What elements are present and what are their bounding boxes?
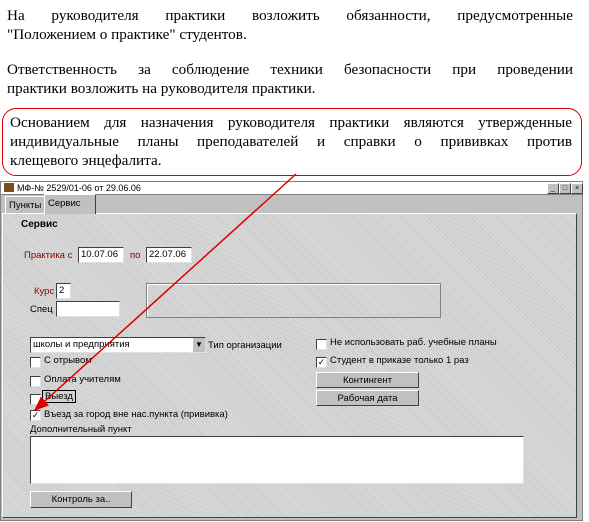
tab-service[interactable]: Сервис (44, 194, 96, 214)
student-once-checkbox[interactable]: ✓ (316, 357, 327, 368)
practice-to-label-text: по (130, 250, 141, 261)
city-entry-label: Въезд за город вне нас.пункта (прививка) (44, 409, 228, 420)
service-panel: Сервис Практика с 10.07.06 по 22.07.06 К… (2, 213, 577, 518)
course-label: Курс (34, 286, 55, 297)
course-field[interactable]: 2 (56, 283, 71, 299)
departure-label: Выезд (42, 390, 76, 403)
callout-line: клещевого энцефалита. (10, 152, 162, 169)
callout-line: Основанием для назначения руководителя п… (10, 114, 572, 131)
spec-field[interactable] (56, 301, 120, 317)
paragraph-line: На руководителя практики возложить обяза… (7, 7, 573, 24)
spec-description-box (146, 283, 441, 318)
control-button[interactable]: Контроль за.. (30, 491, 132, 508)
no-work-plans-checkbox[interactable] (316, 339, 327, 350)
paragraph-supervisor-duties: На руководителя практики возложить обяза… (7, 6, 573, 44)
app-icon (4, 183, 14, 192)
extra-item-label: Дополнительный пункт (30, 424, 132, 435)
maximize-button[interactable]: □ (559, 183, 571, 194)
minimize-button[interactable]: _ (547, 183, 559, 194)
tab-points[interactable]: Пункты (5, 196, 49, 214)
paragraph-line: практики возложить на руководителя практ… (7, 80, 316, 97)
paragraph-line: "Положением о практике" студентов. (7, 26, 247, 43)
org-type-label: Тип организации (208, 340, 282, 351)
spec-label: Спец (30, 304, 53, 315)
work-date-button[interactable]: Рабочая дата (316, 390, 419, 406)
close-button[interactable]: × (571, 183, 583, 194)
departure-checkbox[interactable] (30, 394, 41, 405)
org-type-select[interactable]: школы и предприятия ▼ (30, 337, 206, 353)
teacher-pay-label: Оплата учителям (44, 374, 121, 385)
teacher-pay-checkbox[interactable] (30, 376, 41, 387)
student-once-label: Студент в приказе только 1 раз (330, 355, 469, 366)
window-title: МФ-№ 2529/01-06 от 29.06.06 (17, 183, 141, 193)
org-type-value: школы и предприятия (33, 339, 130, 350)
callout-text: Основанием для назначения руководителя п… (10, 113, 572, 170)
no-work-plans-label: Не использовать раб. учебные планы (330, 337, 497, 348)
city-entry-checkbox[interactable]: ✓ (30, 410, 41, 421)
practice-from-label: Практика с (24, 250, 73, 261)
app-window: МФ-№ 2529/01-06 от 29.06.06 _ □ × Пункты… (0, 181, 583, 521)
practice-to-field[interactable]: 22.07.06 (146, 247, 192, 263)
section-title: Сервис (21, 219, 58, 230)
with-leave-checkbox[interactable] (30, 357, 41, 368)
paragraph-line: Ответственность за соблюдение техники бе… (7, 61, 573, 78)
practice-from-field[interactable]: 10.07.06 (78, 247, 124, 263)
paragraph-safety-responsibility: Ответственность за соблюдение техники бе… (7, 60, 573, 98)
contingent-button[interactable]: Контингент (316, 372, 419, 388)
chevron-down-icon[interactable]: ▼ (192, 338, 205, 352)
extra-item-textarea[interactable] (30, 436, 524, 484)
callout-line: индивидуальные планы преподавателей и сп… (10, 133, 572, 150)
with-leave-label: С отрывом (44, 355, 92, 366)
